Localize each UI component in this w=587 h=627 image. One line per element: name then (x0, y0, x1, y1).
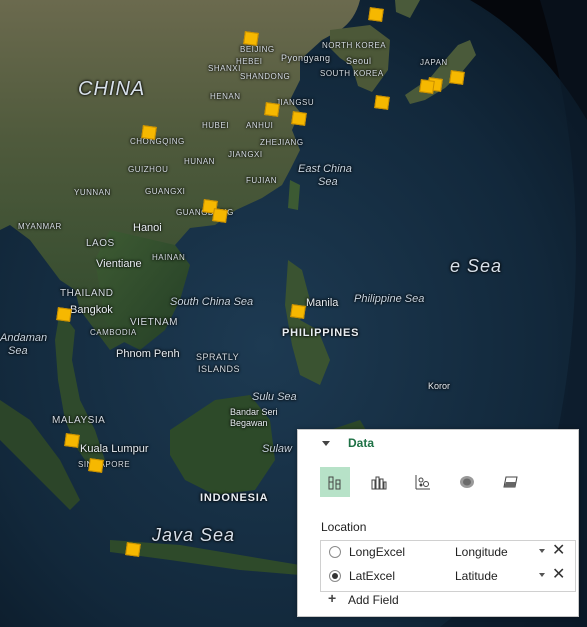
map-marker[interactable] (264, 102, 280, 117)
label-east-china-sea-2: Sea (318, 176, 338, 188)
label-cambodia: CAMBODIA (90, 328, 137, 337)
location-fields-list: LongExcel Longitude ✕ LatExcel Latitude … (320, 540, 576, 592)
label-china: CHINA (78, 78, 146, 100)
label-anhui: ANHUI (246, 121, 274, 130)
map-marker[interactable] (125, 542, 141, 557)
label-hanoi: Hanoi (133, 222, 162, 234)
label-philippine-sea: Philippine Sea (354, 293, 425, 305)
chevron-down-icon[interactable] (539, 573, 545, 577)
remove-field-icon[interactable]: ✕ (552, 542, 565, 560)
label-chongqing: CHONGQING (130, 137, 185, 146)
bubble-icon (415, 475, 430, 490)
label-fujian: FUJIAN (246, 176, 277, 185)
map-marker[interactable] (212, 208, 228, 223)
map-marker[interactable] (449, 70, 465, 85)
map-marker[interactable] (141, 125, 157, 140)
label-south-korea: SOUTH KOREA (320, 69, 384, 78)
clustered-column-button[interactable] (364, 467, 394, 497)
label-hubei: HUBEI (202, 121, 229, 130)
bubble-button[interactable] (408, 467, 438, 497)
label-philippines: PHILIPPINES (282, 327, 360, 339)
field-type-dropdown[interactable]: Longitude (455, 545, 508, 559)
label-koror: Koror (428, 381, 451, 391)
map-marker[interactable] (374, 95, 390, 110)
label-japan: JAPAN (420, 58, 448, 67)
label-manila: Manila (306, 297, 339, 309)
chevron-down-icon[interactable] (539, 549, 545, 553)
region-button[interactable] (496, 467, 526, 497)
map-marker[interactable] (64, 433, 80, 448)
location-label: Location (321, 520, 367, 534)
heat-map-button[interactable] (452, 467, 482, 497)
field-name: LatExcel (349, 569, 396, 583)
label-sulawesi: Sulaw (262, 443, 292, 455)
label-shanxi: SHANXI (208, 64, 241, 73)
field-row-longexcel[interactable]: LongExcel Longitude ✕ (321, 541, 575, 563)
label-bandar-seri: Bandar Seri (230, 407, 278, 417)
data-panel: Data Location LongExcel Longitude ✕ LatE… (297, 429, 579, 617)
label-jiangxi: JIANGXI (228, 150, 263, 159)
label-malaysia: MALAYSIA (52, 415, 106, 426)
label-laos: LAOS (86, 238, 115, 249)
field-name: LongExcel (349, 545, 406, 559)
label-henan: HENAN (210, 92, 241, 101)
plus-icon[interactable]: + (328, 590, 336, 606)
label-sulu-sea: Sulu Sea (252, 391, 297, 403)
label-beijing: BEIJING (240, 45, 275, 54)
field-row-latexcel[interactable]: LatExcel Latitude ✕ (321, 565, 575, 587)
clustered-column-icon (371, 476, 387, 490)
label-south-china-sea: South China Sea (170, 296, 254, 308)
label-singapore: SINGAPORE (78, 460, 131, 469)
label-hainan: HAINAN (152, 253, 186, 262)
label-thailand: THAILAND (60, 288, 114, 299)
label-east-china-sea: East China (298, 163, 352, 175)
label-phnom-penh: Phnom Penh (116, 348, 180, 360)
label-kuala-lumpur: Kuala Lumpur (80, 443, 149, 455)
heat-map-icon (460, 476, 474, 488)
data-section-title[interactable]: Data (348, 436, 374, 450)
field-radio[interactable] (329, 570, 341, 582)
label-myanmar: MYANMAR (18, 222, 62, 231)
label-e-sea: e Sea (450, 256, 503, 276)
label-guangxi: GUANGXI (145, 187, 186, 196)
field-type-dropdown[interactable]: Latitude (455, 569, 498, 583)
label-spratly: SPRATLY (196, 352, 240, 362)
label-andaman-sea: Andaman (0, 332, 48, 344)
map-marker[interactable] (56, 307, 72, 322)
stacked-column-icon (328, 476, 341, 490)
label-shandong: SHANDONG (240, 72, 291, 81)
label-guizhou: GUIZHOU (128, 165, 169, 174)
map-marker[interactable] (419, 79, 435, 94)
stacked-column-button[interactable] (320, 467, 350, 497)
map-marker[interactable] (290, 304, 306, 319)
map-marker[interactable] (368, 7, 384, 22)
region-icon (503, 476, 518, 488)
label-north-korea: NORTH KOREA (322, 41, 387, 50)
field-radio[interactable] (329, 546, 341, 558)
collapse-arrow-icon[interactable] (322, 441, 330, 446)
label-indonesia: INDONESIA (200, 492, 269, 504)
label-seoul: Seoul (346, 56, 372, 66)
label-bangkok: Bangkok (70, 304, 113, 316)
map-marker[interactable] (88, 458, 104, 473)
label-spratly-2: ISLANDS (198, 364, 241, 374)
label-pyongyang: Pyongyang (281, 53, 331, 63)
label-zhejiang: ZHEJIANG (260, 138, 304, 147)
label-yunnan: YUNNAN (74, 188, 111, 197)
label-jiangsu: JIANGSU (276, 98, 315, 107)
label-begawan: Begawan (230, 418, 268, 428)
label-hunan: HUNAN (184, 157, 215, 166)
map-marker[interactable] (291, 111, 307, 126)
label-andaman-sea-2: Sea (8, 345, 28, 357)
map-marker[interactable] (243, 31, 259, 46)
label-vietnam: VIETNAM (130, 317, 178, 328)
add-field-button[interactable]: Add Field (348, 593, 399, 607)
label-vientiane: Vientiane (96, 258, 142, 270)
remove-field-icon[interactable]: ✕ (552, 566, 565, 584)
label-java-sea: Java Sea (152, 525, 236, 545)
